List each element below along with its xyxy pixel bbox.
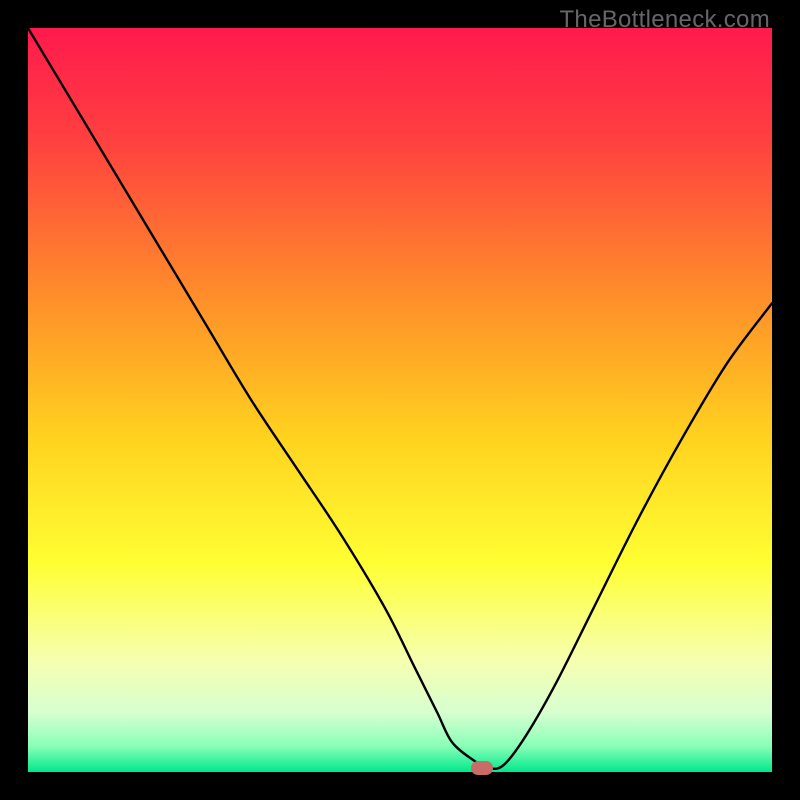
- chart-frame: TheBottleneck.com: [0, 0, 800, 800]
- optimum-marker: [471, 761, 493, 775]
- gradient-background: [28, 28, 772, 772]
- watermark-text: TheBottleneck.com: [559, 6, 770, 34]
- bottleneck-chart: [28, 28, 772, 772]
